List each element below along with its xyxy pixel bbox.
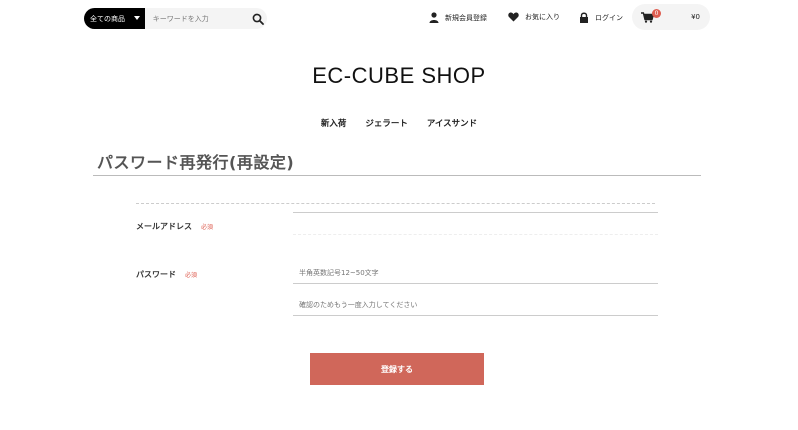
heart-icon xyxy=(508,12,519,22)
submit-button[interactable]: 登録する xyxy=(310,353,484,385)
page-title: パスワード再発行(再設定) xyxy=(97,153,295,172)
category-nav-item-new[interactable]: 新入荷 xyxy=(321,117,347,129)
category-select[interactable]: 全ての商品 xyxy=(84,8,145,29)
password-row-label: パスワード 必須 xyxy=(136,269,197,280)
search-button[interactable] xyxy=(249,8,267,29)
title-divider xyxy=(93,175,701,176)
search-input[interactable] xyxy=(144,8,249,29)
email-label: メールアドレス xyxy=(136,222,192,231)
email-required-badge: 必須 xyxy=(201,224,214,231)
cart-total: ¥0 xyxy=(691,13,700,21)
favorites-link[interactable]: お気に入り xyxy=(508,12,560,22)
login-link[interactable]: ログイン xyxy=(579,12,623,23)
category-select-label: 全ての商品 xyxy=(90,14,125,23)
chevron-down-icon xyxy=(133,16,140,20)
cart-button[interactable]: 0 ¥0 xyxy=(632,4,710,30)
lock-icon xyxy=(580,12,588,23)
register-link[interactable]: 新規会員登録 xyxy=(429,12,487,23)
register-label: 新規会員登録 xyxy=(445,13,487,22)
login-label: ログイン xyxy=(595,13,623,22)
search-icon xyxy=(252,13,264,25)
email-row-label: メールアドレス 必須 xyxy=(136,221,213,232)
form-top-divider xyxy=(136,203,655,204)
category-nav: 新入荷 ジェラート アイスサンド xyxy=(0,117,798,129)
password-confirm-field[interactable] xyxy=(293,294,658,316)
email-field-top-border xyxy=(293,212,658,213)
password-required-badge: 必須 xyxy=(185,272,198,279)
user-icon xyxy=(429,12,439,23)
shop-logo[interactable]: EC-CUBE SHOP xyxy=(0,63,798,89)
cart-count-badge: 0 xyxy=(652,8,661,18)
password-label: パスワード xyxy=(136,270,176,279)
favorites-label: お気に入り xyxy=(525,13,560,21)
password-field[interactable] xyxy=(293,262,658,284)
email-field[interactable] xyxy=(293,214,658,235)
search-bar: 全ての商品 xyxy=(84,8,267,29)
category-nav-item-gelato[interactable]: ジェラート xyxy=(365,117,408,129)
category-nav-item-ice-sandwich[interactable]: アイスサンド xyxy=(427,117,477,129)
